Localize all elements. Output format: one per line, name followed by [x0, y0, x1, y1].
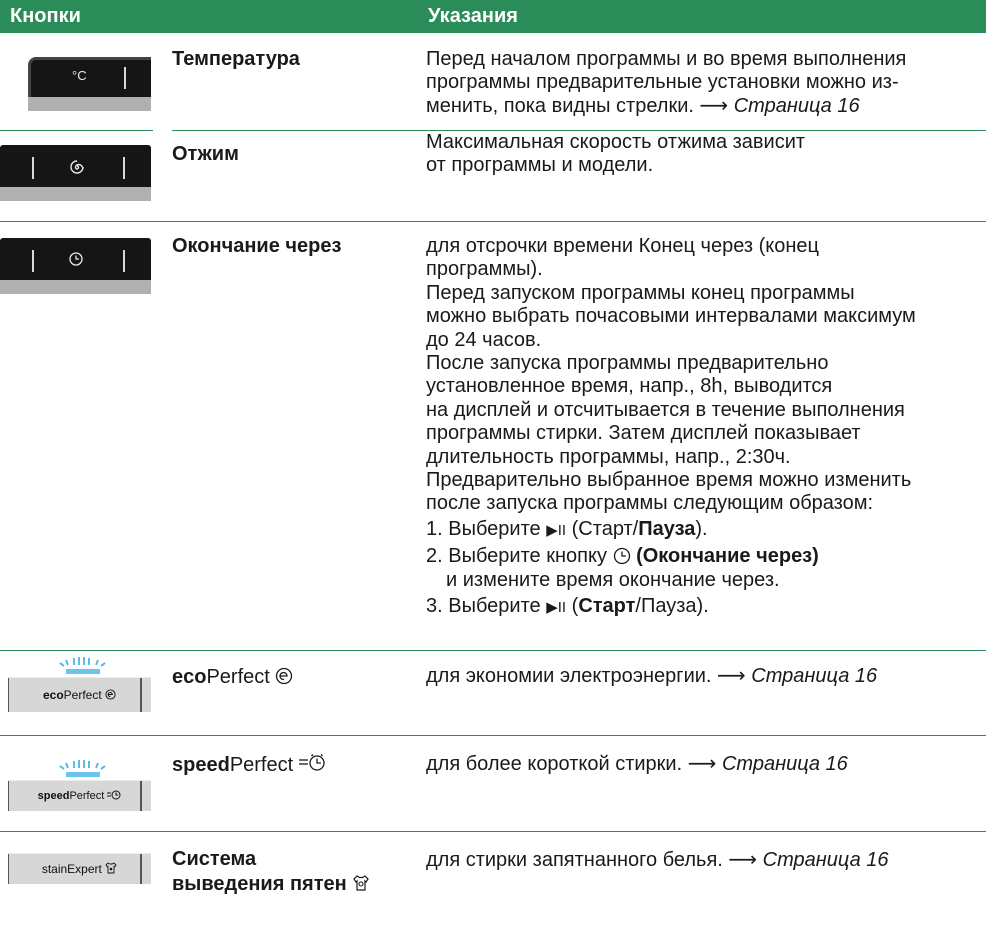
desc-line: длительность программы, напр., 2:30ч.	[426, 445, 791, 468]
name-line: Система	[172, 848, 257, 870]
desc-line: Максимальная скорость отжима зависит	[426, 131, 806, 153]
temperature-button-panel: °C	[28, 57, 151, 111]
led-glow-icon	[59, 657, 106, 674]
stain-shirt-icon	[105, 862, 117, 874]
divider	[0, 735, 986, 736]
clock-icon	[69, 252, 83, 266]
arrow-icon: ⟶	[699, 94, 729, 117]
divider	[0, 221, 986, 222]
speed-panel-label: speedPerfect	[8, 789, 151, 802]
eco-panel-label: ecoPerfect	[8, 688, 151, 702]
desc-line: до 24 часов.	[426, 328, 542, 351]
arrow-icon: ⟶	[717, 665, 746, 687]
step-2: 2. Выберите кнопку (Окончание через)	[426, 545, 819, 568]
eco-desc: для экономии электроэнергии. ⟶ Страница …	[426, 665, 878, 687]
desc-line: программы).	[426, 258, 543, 281]
start-pause-icon: ▶II	[546, 521, 567, 539]
clock-icon	[613, 548, 630, 565]
eco-icon	[276, 667, 293, 685]
desc-line: После запуска программы предварительно	[426, 352, 829, 375]
divider	[0, 831, 986, 832]
page-link[interactable]: Страница 16	[751, 665, 877, 687]
divider	[0, 130, 153, 131]
eco-icon	[105, 689, 116, 700]
speed-button-panel: speedPerfect	[8, 780, 151, 811]
finish-name: Окончание через	[172, 235, 342, 257]
page-link[interactable]: Страница 16	[722, 753, 848, 775]
desc-line: Перед началом программы и во время выпол…	[426, 48, 907, 70]
finish-button-panel	[0, 238, 151, 294]
speed-clock-icon	[107, 790, 121, 800]
eco-name: ecoPerfect	[172, 665, 293, 690]
stain-shirt-icon	[353, 875, 370, 891]
step-1: 1. Выберите ▶II (Старт/Пауза).	[426, 517, 708, 540]
column-header-buttons: Кнопки	[10, 5, 81, 27]
stain-panel-label: stainExpert	[8, 862, 151, 876]
stain-name: Система выведения пятен	[172, 847, 370, 897]
arrow-icon: ⟶	[687, 753, 717, 775]
temperature-label: °C	[72, 68, 87, 83]
temperature-name: Температура	[172, 48, 300, 70]
spin-icon	[70, 160, 84, 174]
desc-line: после запуска программы следующим образо…	[426, 492, 874, 515]
desc-line: менить, пока видны стрелки. ⟶ Страница 1…	[426, 94, 860, 117]
spin-name: Отжим	[172, 143, 239, 165]
desc-line: программы стирки. Затем дисплей показыва…	[426, 422, 861, 445]
speed-clock-icon	[298, 754, 325, 771]
step-3: 3. Выберите ▶II (Старт/Пауза).	[426, 595, 709, 618]
finish-desc: для отсрочки времени Конец через (конец …	[426, 235, 986, 620]
step-2-continuation: и измените время окончание через.	[446, 568, 780, 591]
desc-line: от программы и модели.	[426, 154, 654, 177]
name-line: выведения пятен	[172, 872, 370, 897]
eco-button-panel: ecoPerfect	[8, 677, 151, 712]
desc-line: можно выбрать почасовыми интервалами мак…	[426, 305, 916, 328]
start-pause-icon: ▶II	[546, 599, 567, 617]
spin-button-panel	[0, 145, 151, 201]
table-header: Кнопки Указания	[0, 0, 986, 33]
arrow-icon: ⟶	[728, 849, 758, 871]
desc-line: на дисплей и отсчитывается в течение вып…	[426, 398, 905, 421]
page-link[interactable]: Страница 16	[763, 849, 889, 871]
desc-line: для отсрочки времени Конец через (конец	[426, 235, 819, 257]
temperature-desc: Перед началом программы и во время выпол…	[426, 48, 986, 118]
stain-desc: для стирки запятнанного белья. ⟶ Страниц…	[426, 849, 889, 871]
stain-button-panel: stainExpert	[8, 853, 151, 884]
desc-line: установленное время, напр., 8h, выводитс…	[426, 375, 833, 398]
column-header-notes: Указания	[428, 5, 518, 27]
speed-name: speedPerfect	[172, 752, 327, 778]
divider	[0, 650, 986, 651]
desc-line: Предварительно выбранное время можно изм…	[426, 469, 912, 492]
desc-line: Перед запуском программы конец программы	[426, 281, 855, 304]
speed-desc: для более короткой стирки. ⟶ Страница 16	[426, 753, 848, 775]
page-link[interactable]: Страница 16	[734, 95, 860, 117]
desc-line: программы предварительные установки можн…	[426, 71, 899, 94]
spin-desc: Максимальная скорость отжима зависит от …	[426, 131, 986, 178]
led-glow-icon	[59, 760, 106, 777]
